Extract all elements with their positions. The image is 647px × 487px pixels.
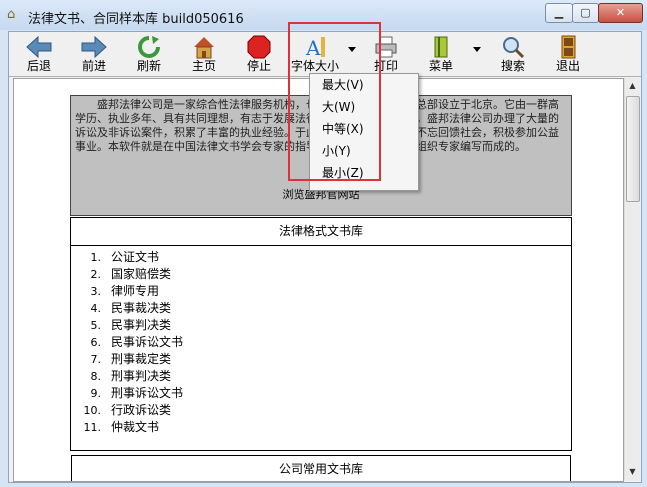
section-title: 法律格式文书库 [71,218,571,246]
list-item-number: 2. [90,268,102,281]
list-item-label[interactable]: 行政诉讼类 [111,403,171,417]
home-icon [194,37,214,59]
menu-item-smallest[interactable]: 最小(Z) [310,162,418,184]
font-size-label: 字体大小 [290,59,339,73]
svg-text:A: A [305,36,321,59]
list-item-number: 8. [90,370,102,383]
exit-label: 退出 [555,59,580,73]
print-button[interactable]: 打印 [364,34,408,76]
list-item[interactable]: 11. 仲裁文书 [71,419,571,436]
back-arrow-icon [26,35,52,59]
toolbar: 后退 前进 刷新 主页 停止 A 字体大小 打印 菜单 搜索 退出 [9,32,641,77]
list-item[interactable]: 5. 民事判决类 [71,317,571,334]
list-item-number: 7. [90,353,102,366]
window-title: 法律文书、合同样本库 build050616 [28,12,244,27]
menu-button[interactable]: 菜单 [419,34,463,76]
stop-button[interactable]: 停止 [237,34,281,76]
exit-door-icon [561,35,576,59]
maximize-icon: ▢ [580,6,591,19]
font-size-icon: A [305,36,325,59]
forward-arrow-icon [81,35,107,59]
list-item-label[interactable]: 民事诉讼文书 [111,335,183,349]
font-size-dropdown-arrow[interactable] [348,47,356,52]
list-item-number: 11. [83,421,102,434]
vertical-scrollbar[interactable]: ▲ ▼ [624,78,640,480]
list-item[interactable]: 6. 民事诉讼文书 [71,334,571,351]
list-item[interactable]: 7. 刑事裁定类 [71,351,571,368]
legal-forms-list: 1. 公证文书 2. 国家赔偿类 3. 律师专用 4. 民事裁决类 5. 民事判决类 6. 民事诉讼文… [71,246,571,436]
menu-item-small[interactable]: 小(Y) [310,140,418,162]
list-item-label[interactable]: 公证文书 [111,250,159,264]
magnifier-icon [503,37,525,59]
list-item-number: 6. [90,336,102,349]
exit-button[interactable]: 退出 [546,34,590,76]
list-item-label[interactable]: 国家赔偿类 [111,267,171,281]
maximize-button[interactable]: ▢ [572,3,599,23]
menu-item-large[interactable]: 大(W) [310,96,418,118]
house-icon: ⌂ [7,7,16,22]
printer-icon [375,36,397,58]
scroll-down-icon[interactable]: ▼ [625,464,640,480]
stop-label: 停止 [246,59,271,73]
scroll-up-icon[interactable]: ▲ [625,78,640,94]
list-item-label[interactable]: 民事判决类 [111,318,171,332]
title-bar[interactable]: ⌂ 法律文书、合同样本库 build050616 ▁ ▢ ✕ [0,0,647,30]
list-item[interactable]: 9. 刑事诉讼文书 [71,385,571,402]
list-item-label[interactable]: 刑事诉讼文书 [111,386,183,400]
close-button[interactable]: ✕ [598,3,643,23]
list-item-number: 1. [90,251,102,264]
list-item[interactable]: 10. 行政诉讼类 [71,402,571,419]
scroll-thumb[interactable] [626,96,640,202]
refresh-label: 刷新 [136,59,161,73]
book-icon [434,36,448,58]
list-item-label[interactable]: 刑事裁定类 [111,352,171,366]
menu-label: 菜单 [428,59,453,73]
list-item[interactable]: 1. 公证文书 [71,249,571,266]
list-item[interactable]: 2. 国家赔偿类 [71,266,571,283]
list-item-label[interactable]: 律师专用 [111,284,159,298]
menu-dropdown-arrow[interactable] [473,47,481,52]
app-window: ⌂ 法律文书、合同样本库 build050616 ▁ ▢ ✕ 后退 前进 刷新 … [0,0,647,487]
font-size-menu: 最大(V) 大(W) 中等(X) 小(Y) 最小(Z) [309,73,419,191]
menu-item-largest[interactable]: 最大(V) [310,74,418,96]
forward-button[interactable]: 前进 [72,34,116,76]
print-label: 打印 [373,59,398,73]
list-item-label[interactable]: 民事裁决类 [111,301,171,315]
minimize-button[interactable]: ▁ [545,3,573,23]
list-item-number: 3. [90,285,102,298]
list-item[interactable]: 4. 民事裁决类 [71,300,571,317]
company-docs-section: 公司常用文书库 [71,455,571,481]
search-button[interactable]: 搜索 [491,34,535,76]
back-button[interactable]: 后退 [17,34,61,76]
list-item-number: 5. [90,319,102,332]
stop-icon [247,35,271,59]
section-title: 公司常用文书库 [72,456,570,481]
list-item-label[interactable]: 刑事判决类 [111,369,171,383]
minimize-icon: ▁ [554,6,564,19]
close-icon: ✕ [615,6,626,19]
list-item-number: 10. [83,404,102,417]
home-label: 主页 [191,59,216,73]
list-item-number: 9. [90,387,102,400]
back-label: 后退 [26,59,51,73]
refresh-button[interactable]: 刷新 [127,34,171,76]
search-label: 搜索 [500,59,525,73]
list-item[interactable]: 3. 律师专用 [71,283,571,300]
menu-item-medium[interactable]: 中等(X) [310,118,418,140]
legal-forms-section: 法律格式文书库 1. 公证文书 2. 国家赔偿类 3. 律师专用 4. 民事裁决类 5. 民事判决… [70,217,572,451]
refresh-icon [138,36,160,58]
list-item-number: 4. [90,302,102,315]
font-size-button[interactable]: A 字体大小 [290,34,340,76]
list-item[interactable]: 8. 刑事判决类 [71,368,571,385]
home-button[interactable]: 主页 [182,34,226,76]
forward-label: 前进 [81,59,106,73]
list-item-label[interactable]: 仲裁文书 [111,420,159,434]
